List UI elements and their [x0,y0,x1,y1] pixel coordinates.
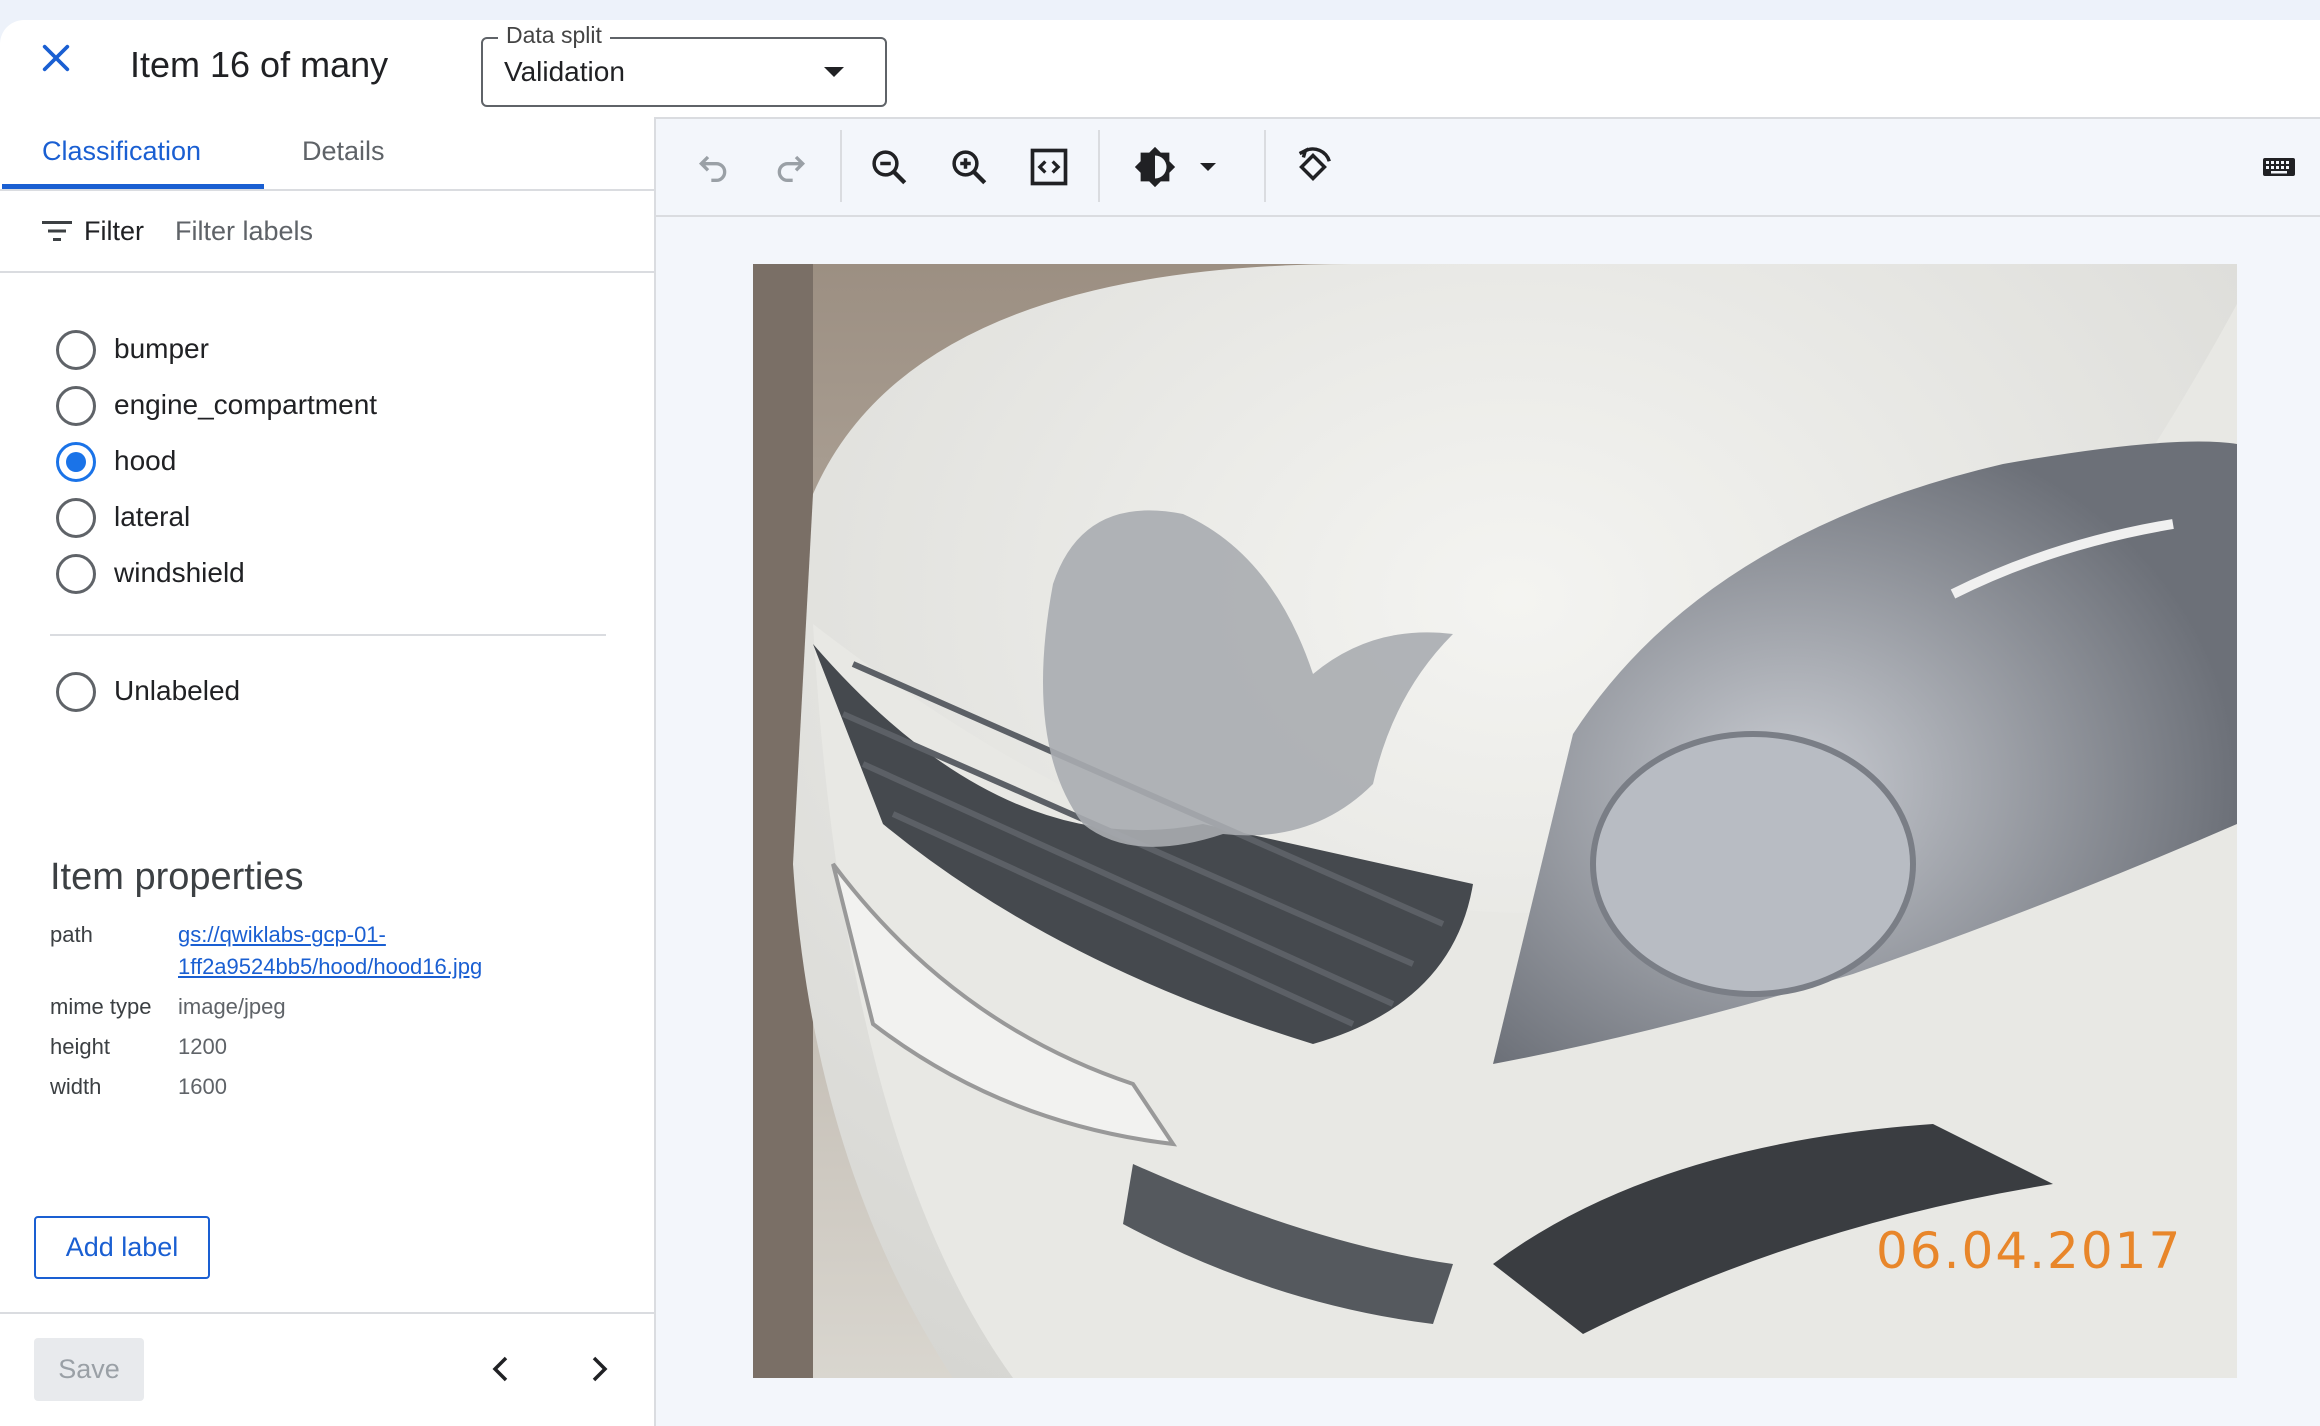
keyboard-icon [2263,158,2295,176]
rotate-icon [1298,147,1331,181]
fit-to-screen-button[interactable] [1024,142,1074,192]
fit-to-screen-icon [1030,148,1068,186]
tab-details[interactable]: Details [302,136,385,167]
save-button[interactable]: Save [34,1338,144,1401]
data-split-value[interactable]: Validation [504,56,625,88]
chevron-down-icon[interactable] [824,67,844,77]
item-image[interactable] [753,264,2237,1378]
car-hood-photo [753,264,2237,1378]
prop-value-height: 1200 [178,1034,227,1059]
toolbar-separator [1098,130,1100,202]
toolbar-separator [840,130,842,202]
label-lateral[interactable]: lateral [114,501,190,533]
radio-hood[interactable] [56,442,96,482]
redo-button[interactable] [766,142,816,192]
add-label-button[interactable]: Add label [34,1216,210,1279]
zoom-out-button[interactable] [864,142,914,192]
prop-value-width: 1600 [178,1074,227,1099]
radio-engine-compartment[interactable] [56,386,96,426]
radio-windshield[interactable] [56,554,96,594]
prop-key-mime: mime type [50,994,152,1019]
keyboard-shortcuts-button[interactable] [2254,142,2304,192]
zoom-in-icon [952,150,987,185]
undo-icon [698,155,727,182]
chevron-right-icon [592,1356,608,1382]
close-button[interactable] [30,32,82,84]
prop-key-height: height [50,1034,110,1059]
close-icon [42,44,70,72]
brightness-icon [1134,146,1176,188]
chevron-left-icon [492,1356,508,1382]
tab-classification[interactable]: Classification [42,136,201,167]
undo-button[interactable] [688,142,738,192]
prop-path-link-cont[interactable]: 1ff2a9524bb5/hood/hood16.jpg [178,954,482,980]
label-engine-compartment[interactable]: engine_compartment [114,389,377,421]
item-properties-title: Item properties [50,856,304,898]
active-tab-indicator [2,184,264,189]
label-hood[interactable]: hood [114,445,176,477]
data-split-legend: Data split [498,22,610,49]
prop-key-width: width [50,1074,102,1099]
brightness-dropdown-button[interactable] [1190,142,1226,192]
brightness-button[interactable] [1130,142,1180,192]
image-date-stamp: 06.04.2017 [1876,1222,2183,1280]
next-item-button[interactable] [576,1346,622,1392]
redo-icon [777,155,806,182]
prop-key-path: path [50,922,93,947]
label-windshield[interactable]: windshield [114,557,245,589]
filter-icon[interactable] [42,220,72,242]
label-unlabeled[interactable]: Unlabeled [114,675,240,707]
footer-divider [0,1312,654,1314]
dropdown-caret-icon [1200,163,1216,171]
radio-lateral[interactable] [56,498,96,538]
radio-bumper[interactable] [56,330,96,370]
prop-path-link[interactable]: gs://qwiklabs-gcp-01- [178,922,386,948]
divider [50,634,606,636]
toolbar-separator [1264,130,1266,202]
zoom-in-button[interactable] [944,142,994,192]
prop-value-mime: image/jpeg [178,994,286,1019]
radio-unlabeled[interactable] [56,672,96,712]
filter-label[interactable]: Filter [84,216,144,247]
zoom-out-icon [872,150,907,185]
filter-input[interactable] [175,212,595,250]
previous-item-button[interactable] [478,1346,524,1392]
label-bumper[interactable]: bumper [114,333,209,365]
item-title: Item 16 of many [130,44,389,85]
rotate-button[interactable] [1288,142,1338,192]
